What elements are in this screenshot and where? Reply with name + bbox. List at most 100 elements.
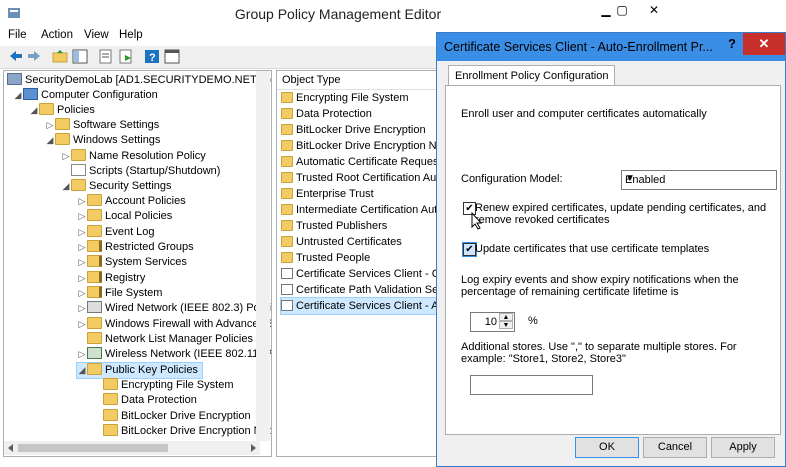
collapse-icon[interactable]: ◢ — [61, 179, 71, 194]
list-item[interactable]: Encrypting File System — [281, 90, 408, 106]
menu-help[interactable]: Help — [119, 29, 143, 41]
list-item-label: BitLocker Drive Encryption — [296, 124, 426, 136]
spin-up-icon[interactable]: ▲ — [499, 313, 513, 321]
tree-node-system-services[interactable]: ▷ System Services — [77, 255, 187, 270]
expand-icon[interactable]: ▷ — [77, 209, 87, 224]
tree-label: SecurityDemoLab [AD1.SECURITYDEMO.NET] P… — [25, 74, 272, 86]
dialog-close-button[interactable]: ✕ — [743, 33, 785, 55]
console-tree[interactable]: SecurityDemoLab [AD1.SECURITYDEMO.NET] P… — [3, 70, 272, 457]
tree-node-account-policies[interactable]: ▷ Account Policies — [77, 194, 186, 209]
tree-node-scripts[interactable]: Scripts (Startup/Shutdown) — [61, 164, 220, 179]
expand-icon[interactable]: ▷ — [77, 240, 87, 255]
tree-horizontal-scrollbar[interactable] — [4, 441, 260, 455]
tree-node-windows-settings[interactable]: ◢ Windows Settings — [45, 133, 160, 148]
tree-node-network-list-manager[interactable]: Network List Manager Policies — [77, 332, 253, 347]
enroll-description: Enroll user and computer certificates au… — [461, 108, 707, 120]
maximize-button[interactable]: ▢ — [608, 0, 636, 20]
menu-action[interactable]: Action — [41, 29, 73, 41]
forward-arrow-icon[interactable] — [26, 49, 42, 64]
list-item-selected[interactable]: Certificate Services Client - Auto-Enrol… — [280, 297, 437, 315]
list-item[interactable]: Certificate Services Client - Certificat… — [281, 266, 437, 282]
list-item[interactable]: BitLocker Drive Encryption Network — [281, 138, 437, 154]
expand-icon[interactable]: ▷ — [77, 301, 87, 316]
certificate-policy-icon — [281, 300, 293, 311]
expand-icon[interactable]: ▷ — [77, 347, 87, 362]
list-item-label: Automatic Certificate Request Settings — [296, 156, 438, 168]
tab-enrollment-policy-configuration[interactable]: Enrollment Policy Configuration — [448, 65, 616, 86]
expand-icon[interactable]: ▷ — [77, 255, 87, 270]
tree-label: Local Policies — [105, 210, 173, 222]
up-folder-icon[interactable] — [52, 49, 68, 64]
help-button[interactable]: ? — [721, 33, 743, 55]
tree-node-policies[interactable]: ◢ Policies — [29, 103, 95, 118]
close-button[interactable]: ✕ — [640, 0, 668, 20]
menu-view[interactable]: View — [84, 29, 109, 41]
tree-label: Policies — [57, 104, 95, 116]
configuration-model-select[interactable]: Enabled ▼ — [621, 170, 777, 190]
list-item[interactable]: Trusted Root Certification Authorities — [281, 170, 437, 186]
list-item[interactable]: Enterprise Trust — [281, 186, 374, 202]
tree-node-wired-network[interactable]: ▷ Wired Network (IEEE 802.3) Policies — [77, 301, 271, 316]
tree-node-event-log[interactable]: ▷ Event Log — [77, 225, 155, 240]
tree-node-windows-firewall[interactable]: ▷ Windows Firewall with Advanced Security — [77, 317, 271, 332]
tree-node-registry[interactable]: ▷ Registry — [77, 271, 145, 286]
properties-icon[interactable] — [98, 49, 114, 64]
tree-node-local-policies[interactable]: ▷ Local Policies — [77, 209, 172, 224]
export-list-icon[interactable] — [118, 49, 134, 64]
tree-node-restricted-groups[interactable]: ▷ Restricted Groups — [77, 240, 194, 255]
apply-button[interactable]: Apply — [711, 437, 775, 458]
expand-icon[interactable]: ▷ — [77, 286, 87, 301]
expand-icon[interactable]: ▷ — [77, 271, 87, 286]
expand-icon[interactable]: ▷ — [77, 225, 87, 240]
view-icon[interactable] — [164, 49, 180, 64]
list-item[interactable]: Certificate Path Validation Settings — [281, 282, 437, 298]
details-list[interactable]: Object Type Encrypting File System Data … — [276, 70, 438, 457]
tree-node-bitlocker[interactable]: BitLocker Drive Encryption — [93, 409, 251, 424]
tree-node-security-settings[interactable]: ◢ Security Settings — [61, 179, 172, 194]
additional-stores-input[interactable] — [470, 375, 593, 395]
tree-node-public-key-policies[interactable]: ◢ Public Key Policies — [76, 362, 203, 379]
collapse-icon[interactable]: ◢ — [29, 103, 39, 118]
list-item[interactable]: Automatic Certificate Request Settings — [281, 154, 438, 170]
list-item[interactable]: Trusted People — [281, 250, 370, 266]
tree-node-policy-root[interactable]: SecurityDemoLab [AD1.SECURITYDEMO.NET] P… — [7, 73, 272, 88]
folder-icon — [281, 124, 293, 135]
list-item[interactable]: Intermediate Certification Authorities — [281, 202, 437, 218]
list-column-header[interactable]: Object Type — [277, 71, 437, 90]
folder-icon — [87, 225, 102, 237]
tree-vertical-scrollbar[interactable] — [256, 71, 270, 441]
tree-node-computer-configuration[interactable]: ◢ Computer Configuration — [13, 88, 158, 103]
expand-icon[interactable]: ▷ — [77, 194, 87, 209]
help-icon[interactable]: ? — [144, 49, 160, 64]
expand-icon[interactable]: ▷ — [61, 149, 71, 164]
list-item[interactable]: Untrusted Certificates — [281, 234, 402, 250]
tree-label: Scripts (Startup/Shutdown) — [89, 165, 221, 177]
expand-icon[interactable]: ▷ — [45, 118, 55, 133]
tree-node-name-resolution-policy[interactable]: ▷ Name Resolution Policy — [61, 149, 206, 164]
cancel-button[interactable]: Cancel — [643, 437, 707, 458]
tree-node-bitlocker-network[interactable]: BitLocker Drive Encryption Network — [93, 424, 271, 439]
column-object-type[interactable]: Object Type — [282, 74, 341, 86]
back-arrow-icon[interactable] — [8, 49, 24, 64]
tree-node-data-protection[interactable]: Data Protection — [93, 393, 197, 408]
collapse-icon[interactable]: ◢ — [77, 363, 87, 378]
list-item[interactable]: Data Protection — [281, 106, 372, 122]
tree-label: File System — [105, 287, 163, 299]
list-item[interactable]: Trusted Publishers — [281, 218, 387, 234]
expand-icon[interactable]: ▷ — [77, 317, 87, 332]
menu-file[interactable]: File — [8, 29, 27, 41]
spin-down-icon[interactable]: ▼ — [499, 321, 513, 329]
tree-node-software-settings[interactable]: ▷ Software Settings — [45, 118, 159, 133]
collapse-icon[interactable]: ◢ — [45, 133, 55, 148]
tree-label: Event Log — [105, 226, 155, 238]
ok-button[interactable]: OK — [575, 437, 639, 458]
show-hide-tree-icon[interactable] — [72, 49, 88, 64]
folder-icon — [281, 204, 293, 215]
tree-node-encrypting-file-system[interactable]: Encrypting File System — [93, 378, 233, 393]
expiry-percentage-spinner[interactable]: 10 ▲ ▼ — [470, 312, 515, 332]
folder-icon — [55, 118, 70, 130]
tree-node-wireless-network[interactable]: ▷ Wireless Network (IEEE 802.11) Policies — [77, 347, 271, 362]
list-item[interactable]: BitLocker Drive Encryption — [281, 122, 426, 138]
collapse-icon[interactable]: ◢ — [13, 88, 23, 103]
tree-node-file-system[interactable]: ▷ File System — [77, 286, 162, 301]
